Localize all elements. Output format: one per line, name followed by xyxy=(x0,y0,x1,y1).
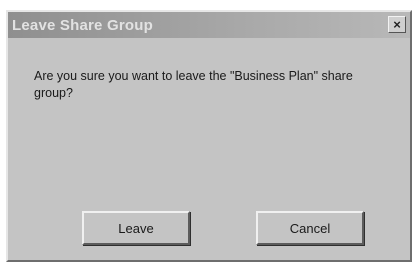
cancel-button[interactable]: Cancel xyxy=(256,211,364,245)
close-icon[interactable]: × xyxy=(388,16,406,33)
leave-button[interactable]: Leave xyxy=(82,211,190,245)
dialog-title: Leave Share Group xyxy=(12,17,153,34)
confirmation-message: Are you sure you want to leave the "Busi… xyxy=(34,69,353,100)
leave-share-group-dialog: Leave Share Group × Are you sure you wan… xyxy=(6,10,412,262)
title-bar[interactable]: Leave Share Group × xyxy=(8,12,410,38)
